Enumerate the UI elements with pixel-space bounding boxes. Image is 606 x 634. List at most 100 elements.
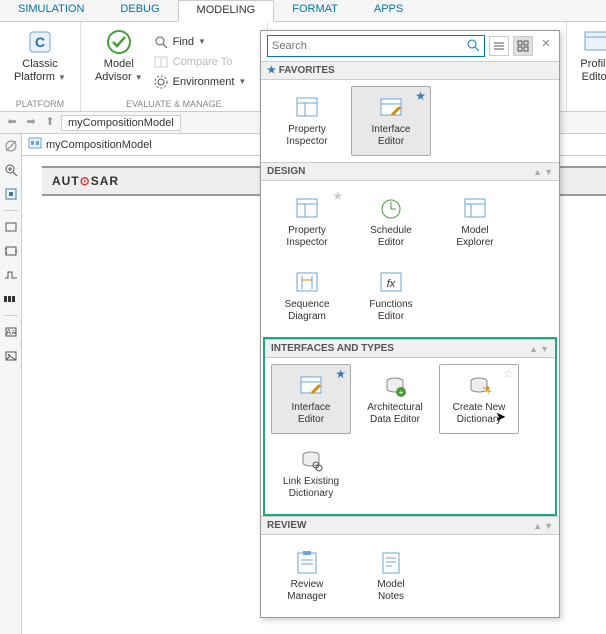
- ribbon-group-evaluate: ModelAdvisor ▼ Find ▼ Compare To Environ…: [81, 22, 268, 111]
- gallery-item-sequence-diagram[interactable]: SequenceDiagram: [267, 261, 347, 331]
- svg-text:fx: fx: [387, 278, 396, 290]
- section-design-header[interactable]: DESIGN ▲ ▼: [261, 162, 559, 181]
- expand-icon[interactable]: ▼: [540, 344, 549, 354]
- gallery-item-link-existing-dictionary[interactable]: Link ExistingDictionary: [271, 438, 351, 508]
- tool-hide-icon[interactable]: [3, 138, 19, 154]
- profile-editor-button[interactable]: ProfileEditor: [571, 26, 606, 86]
- cursor-icon: ➤: [495, 409, 506, 425]
- close-button[interactable]: ✕: [537, 37, 555, 55]
- review-manager-icon: [293, 549, 321, 577]
- compare-button: Compare To: [149, 52, 259, 72]
- classic-platform-icon: C: [26, 28, 54, 56]
- section-interfaces-header[interactable]: INTERFACES AND TYPES ▲ ▼: [265, 339, 555, 358]
- interface-editor-icon: [297, 372, 325, 400]
- ribbon-group-platform: C ClassicPlatform ▼ PLATFORM: [0, 22, 81, 111]
- collapse-icon[interactable]: ▲: [533, 167, 542, 177]
- svg-text:C: C: [35, 34, 45, 50]
- tool-annotation-icon[interactable]: A≡: [3, 324, 19, 340]
- model-notes-icon: [377, 549, 405, 577]
- tool-image-icon[interactable]: [3, 348, 19, 364]
- tab-format[interactable]: FORMAT: [274, 0, 356, 21]
- gallery-item-schedule-editor[interactable]: ScheduleEditor: [351, 187, 431, 257]
- star-icon[interactable]: ★: [415, 89, 426, 103]
- svg-text:+: +: [486, 387, 492, 398]
- gallery-item-model-notes[interactable]: ModelNotes: [351, 541, 431, 611]
- sequence-diagram-icon: [293, 269, 321, 297]
- tab-modeling[interactable]: MODELING: [178, 0, 275, 22]
- data-editor-icon: +: [381, 372, 409, 400]
- section-favorites-header[interactable]: ★ FAVORITES: [261, 61, 559, 80]
- section-interfaces-highlight: INTERFACES AND TYPES ▲ ▼ ★ InterfaceEdit…: [263, 337, 557, 516]
- gallery-item-interface-editor[interactable]: ★ InterfaceEditor: [351, 86, 431, 156]
- environment-button[interactable]: Environment ▼: [149, 72, 259, 92]
- star-icon: ★: [267, 65, 276, 76]
- dropdown-arrow-icon: ▼: [238, 77, 246, 86]
- model-advisor-button[interactable]: ModelAdvisor ▼: [89, 26, 149, 97]
- ribbon-group-label: PLATFORM: [8, 97, 72, 111]
- svg-text:A≡: A≡: [5, 328, 15, 337]
- gallery-popup: ✕ ★ FAVORITES PropertyInspector ★ Interf…: [260, 30, 560, 618]
- profile-editor-icon: [582, 28, 606, 56]
- gallery-item-interface-editor[interactable]: ★ InterfaceEditor: [271, 364, 351, 434]
- tool-ports-icon[interactable]: [3, 243, 19, 259]
- dropdown-arrow-icon: ▼: [58, 73, 66, 82]
- tool-fit-icon[interactable]: [3, 186, 19, 202]
- gallery-item-functions-editor[interactable]: fx FunctionsEditor: [351, 261, 431, 331]
- classic-platform-button[interactable]: C ClassicPlatform ▼: [8, 26, 72, 97]
- collapse-icon[interactable]: ▲: [529, 344, 538, 354]
- tool-signal-icon[interactable]: [3, 267, 19, 283]
- model-explorer-icon: [461, 195, 489, 223]
- section-review-header[interactable]: REVIEW ▲ ▼: [261, 516, 559, 535]
- view-grid-button[interactable]: [513, 36, 533, 56]
- nav-forward-icon[interactable]: ➡: [23, 115, 39, 131]
- star-icon[interactable]: ☆: [503, 367, 514, 381]
- star-icon[interactable]: ★: [335, 367, 346, 381]
- star-icon[interactable]: ★: [332, 189, 343, 203]
- svg-text:+: +: [399, 388, 404, 397]
- property-inspector-icon: [293, 195, 321, 223]
- interface-editor-icon: [377, 94, 405, 122]
- nav-up-icon[interactable]: ⬆: [42, 115, 58, 131]
- tab-debug[interactable]: DEBUG: [102, 0, 177, 21]
- ribbon-group-label: EVALUATE & MANAGE: [89, 97, 259, 111]
- search-icon: [153, 34, 169, 50]
- tool-separator: [4, 315, 18, 316]
- left-toolbar: A≡: [0, 134, 22, 634]
- tab-simulation[interactable]: SIMULATION: [0, 0, 102, 21]
- search-icon: [466, 38, 480, 55]
- doc-tab[interactable]: myCompositionModel: [28, 136, 152, 153]
- gear-icon: [153, 74, 169, 90]
- gallery-item-property-inspector[interactable]: ★ PropertyInspector: [267, 187, 347, 257]
- model-icon: [28, 136, 42, 153]
- dropdown-arrow-icon: ▼: [198, 37, 206, 46]
- gallery-item-create-new-dictionary[interactable]: ☆ + Create NewDictionary ➤: [439, 364, 519, 434]
- tab-apps[interactable]: APPS: [356, 0, 421, 21]
- expand-icon[interactable]: ▼: [544, 521, 553, 531]
- create-dictionary-icon: +: [465, 372, 493, 400]
- main-tab-bar: SIMULATION DEBUG MODELING FORMAT APPS: [0, 0, 606, 22]
- ribbon-group-profile: ProfileEditor: [566, 22, 606, 111]
- checkmark-icon: [105, 28, 133, 56]
- find-button[interactable]: Find ▼: [149, 32, 259, 52]
- property-inspector-icon: [293, 94, 321, 122]
- dropdown-arrow-icon: ▼: [135, 73, 143, 82]
- gallery-search[interactable]: [267, 35, 485, 57]
- address-field[interactable]: myCompositionModel: [61, 115, 181, 131]
- search-input[interactable]: [272, 40, 466, 52]
- view-list-button[interactable]: [489, 36, 509, 56]
- gallery-item-model-explorer[interactable]: ModelExplorer: [435, 187, 515, 257]
- compare-icon: [153, 54, 169, 70]
- gallery-item-review-manager[interactable]: ReviewManager: [267, 541, 347, 611]
- gallery-item-property-inspector[interactable]: PropertyInspector: [267, 86, 347, 156]
- link-dictionary-icon: [297, 446, 325, 474]
- collapse-icon[interactable]: ▲: [533, 521, 542, 531]
- schedule-icon: [377, 195, 405, 223]
- tool-separator: [4, 210, 18, 211]
- gallery-item-architectural-data-editor[interactable]: + ArchitecturalData Editor: [355, 364, 435, 434]
- tool-component-icon[interactable]: [3, 219, 19, 235]
- functions-editor-icon: fx: [377, 269, 405, 297]
- expand-icon[interactable]: ▼: [544, 167, 553, 177]
- tool-bus-icon[interactable]: [3, 291, 19, 307]
- nav-back-icon[interactable]: ⬅: [4, 115, 20, 131]
- tool-zoom-icon[interactable]: [3, 162, 19, 178]
